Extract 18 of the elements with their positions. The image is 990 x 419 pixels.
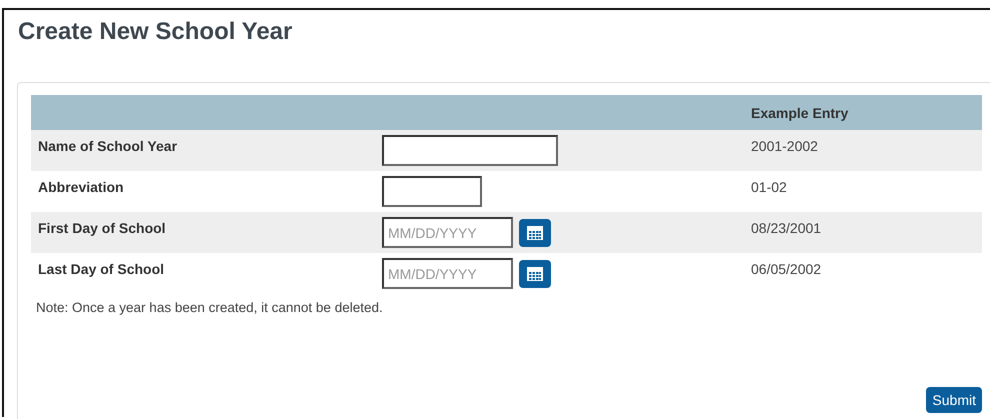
note-text: Note: Once a year has been created, it cannot be deleted. <box>35 299 384 315</box>
example-value: 2001-2002 <box>750 137 819 154</box>
example-value: 01-02 <box>750 178 788 195</box>
field-label: Last Day of School <box>37 260 166 277</box>
field-label: Abbreviation <box>37 178 125 195</box>
page-title: Create New School Year <box>17 17 294 47</box>
field-label: First Day of School <box>37 219 167 236</box>
submit-button[interactable]: Submit <box>926 387 982 413</box>
field-label: Name of School Year <box>37 137 178 154</box>
example-value: 08/23/2001 <box>750 219 822 236</box>
text-field[interactable] <box>382 135 558 166</box>
text-field[interactable] <box>382 176 482 207</box>
example-value: 06/05/2002 <box>750 260 822 277</box>
calendar-button[interactable] <box>519 260 551 288</box>
column-header: Example Entry <box>750 104 850 120</box>
date-field[interactable]: MM/DD/YYYY <box>382 258 513 289</box>
calendar-button[interactable] <box>519 218 551 246</box>
date-field[interactable]: MM/DD/YYYY <box>382 217 513 248</box>
